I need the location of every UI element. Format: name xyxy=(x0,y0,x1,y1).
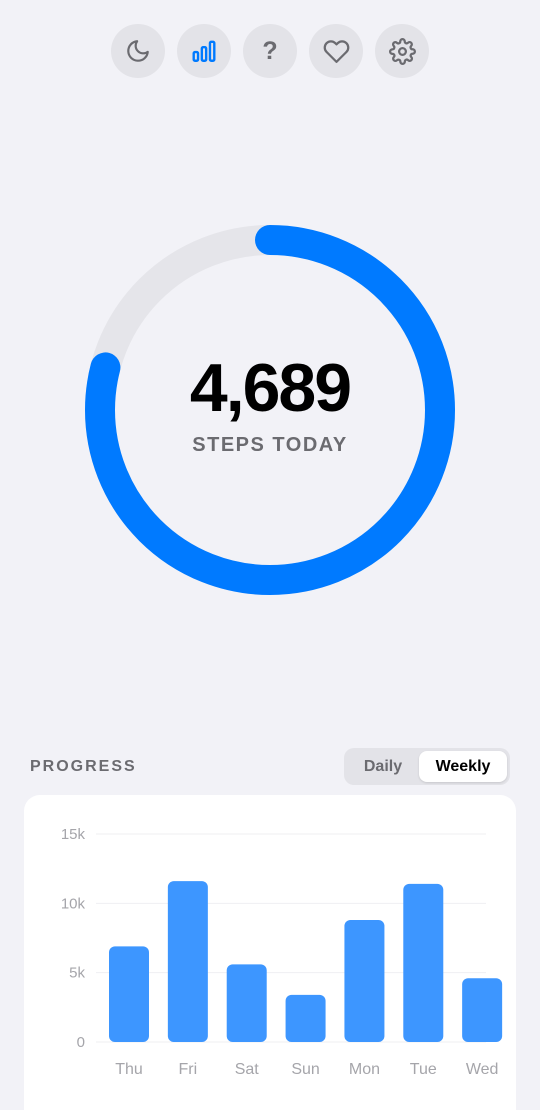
weekly-steps-chart: 0 5k 10k 15k Thu Fri Sat Sun Mon Tue Wed xyxy=(61,826,503,1078)
bar-thu[interactable] xyxy=(109,946,149,1042)
toggle-daily[interactable]: Daily xyxy=(347,751,419,782)
steps-count: 4,689 xyxy=(189,349,352,426)
y-tick-label: 15k xyxy=(61,826,86,843)
gear-icon xyxy=(388,37,416,65)
favorites-button[interactable] xyxy=(309,24,363,78)
x-tick-label: Thu xyxy=(115,1061,143,1078)
x-tick-label: Sun xyxy=(291,1061,319,1078)
x-tick-label: Sat xyxy=(235,1061,260,1078)
x-tick-label: Tue xyxy=(410,1061,437,1078)
moon-icon xyxy=(127,40,149,62)
weekly-chart-card: 0 5k 10k 15k Thu Fri Sat Sun Mon Tue Wed xyxy=(24,795,516,1110)
bar-sun[interactable] xyxy=(285,994,326,1042)
x-tick-label: Fri xyxy=(179,1061,198,1078)
heart-icon xyxy=(323,39,349,63)
bar-sat[interactable] xyxy=(226,964,267,1042)
bar-fri[interactable] xyxy=(167,881,208,1042)
y-tick-label: 0 xyxy=(77,1034,85,1051)
bar-mon[interactable] xyxy=(344,919,385,1042)
toggle-weekly[interactable]: Weekly xyxy=(419,751,507,782)
period-toggle: Daily Weekly xyxy=(344,748,510,785)
x-tick-label: Wed xyxy=(466,1061,499,1078)
steps-label: STEPS TODAY xyxy=(192,433,348,456)
settings-button[interactable] xyxy=(375,24,429,78)
bar-tue[interactable] xyxy=(403,883,444,1042)
y-tick-label: 10k xyxy=(61,895,86,912)
bar-wed[interactable] xyxy=(462,978,503,1042)
y-tick-label: 5k xyxy=(69,965,85,982)
ring-center: 4,689 STEPS TODAY xyxy=(85,225,455,595)
x-tick-label: Mon xyxy=(349,1061,380,1078)
progress-title: PROGRESS xyxy=(30,758,137,775)
help-button[interactable]: ? xyxy=(243,24,297,78)
stats-button[interactable] xyxy=(177,24,231,78)
question-icon: ? xyxy=(262,36,278,65)
steps-ring: 4,689 STEPS TODAY xyxy=(85,225,455,595)
bar-chart-icon xyxy=(192,40,216,62)
top-toolbar: ? xyxy=(0,24,540,78)
dark-mode-button[interactable] xyxy=(111,24,165,78)
